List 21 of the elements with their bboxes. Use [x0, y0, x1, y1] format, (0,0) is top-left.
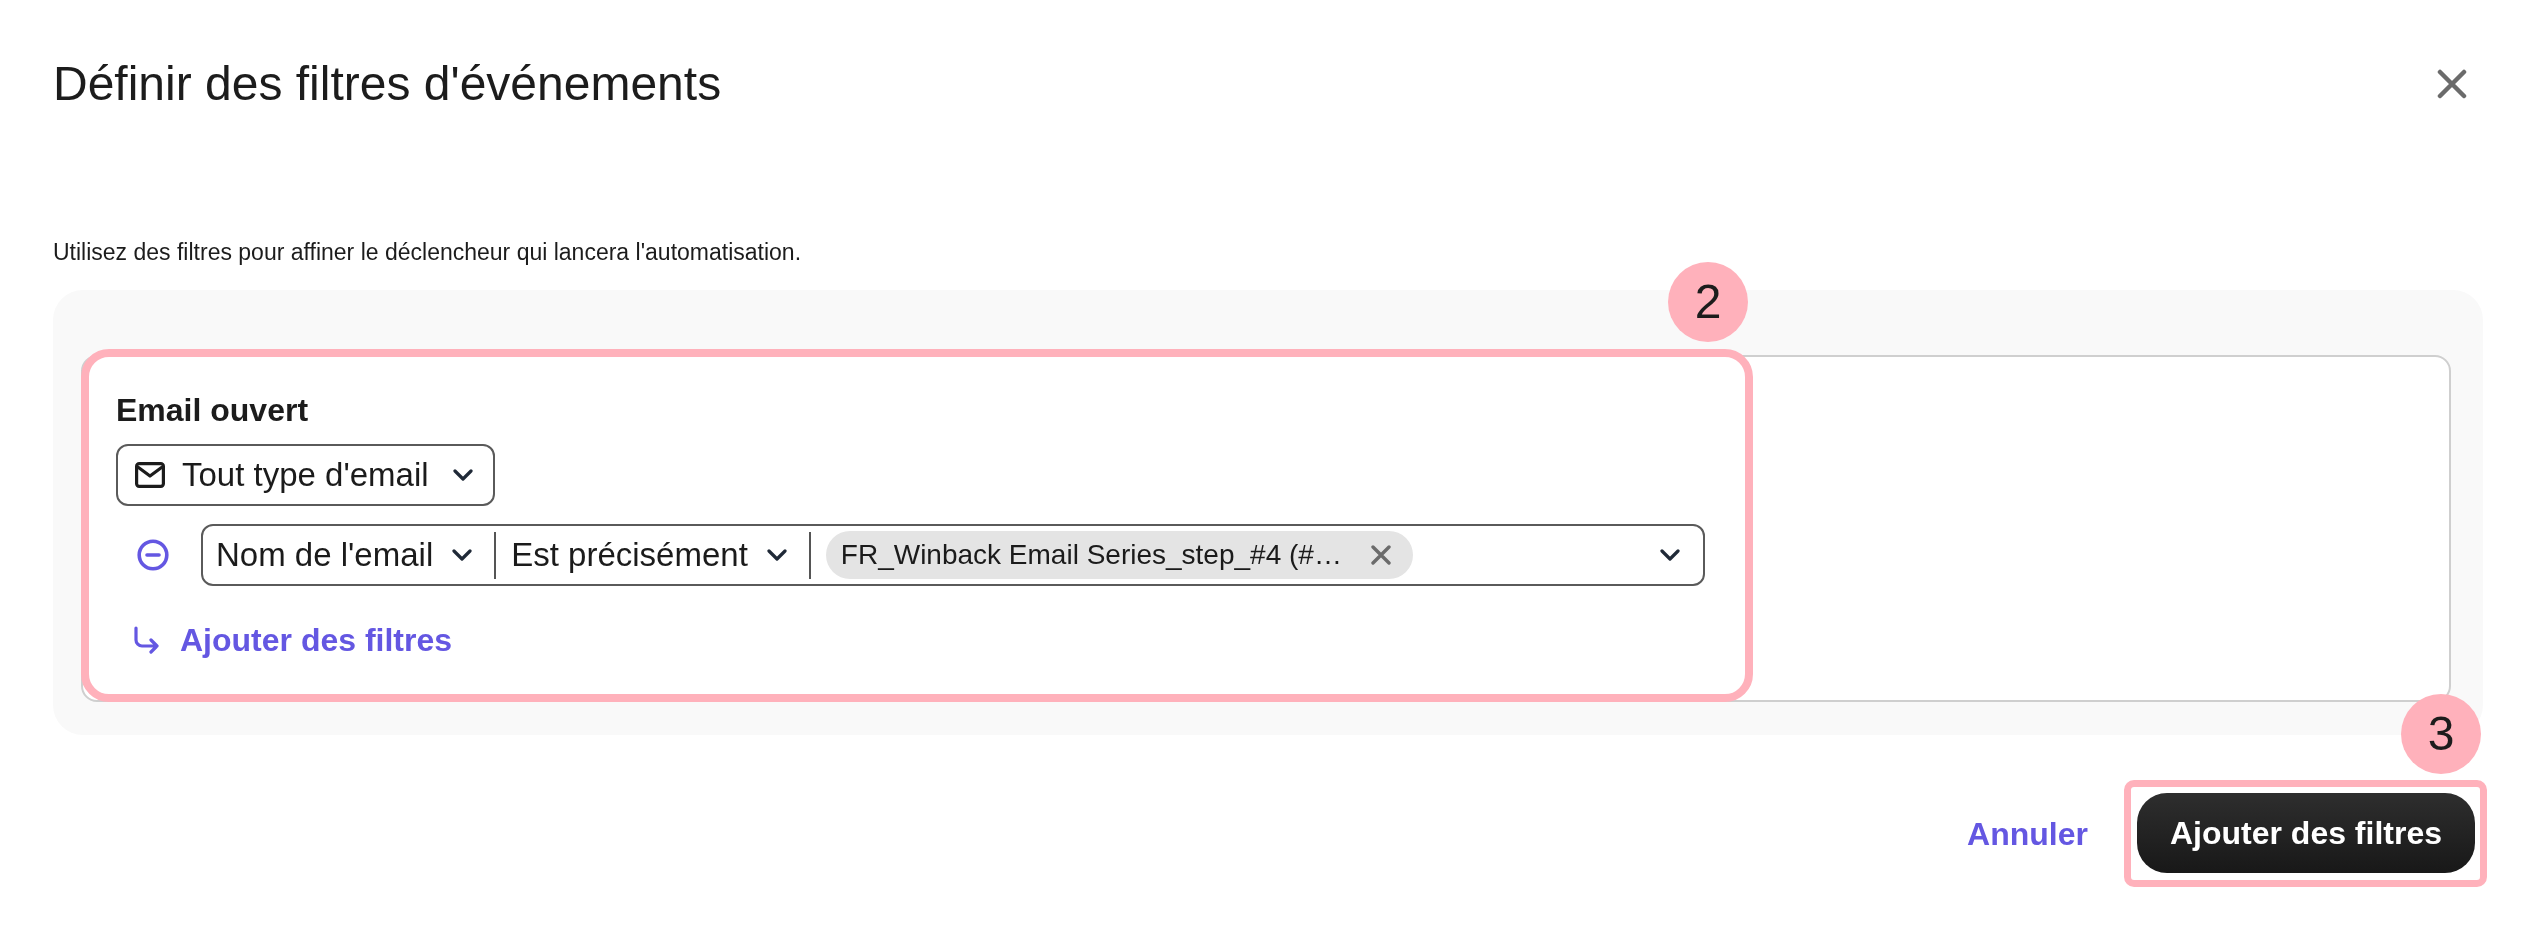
x-icon[interactable] [1370, 545, 1391, 565]
step-badge: 2 [1668, 262, 1748, 342]
operator-dropdown[interactable]: Est précisément [496, 526, 809, 584]
add-filters-button[interactable]: Ajouter des filtres [2136, 793, 2475, 873]
field-dropdown[interactable]: Nom de l'email [203, 526, 495, 584]
corner-arrow-icon [132, 626, 160, 654]
chevron-down-icon [452, 549, 473, 561]
dialog-description: Utilisez des filtres pour affiner le déclencheur qui lancera l'automatisation. [53, 238, 802, 266]
cancel-link[interactable]: Annuler [1967, 814, 2088, 853]
chevron-down-icon [452, 469, 473, 481]
chevron-down-icon [766, 549, 787, 561]
email-type-dropdown[interactable]: Tout type d'email [116, 444, 495, 506]
chevron-down-icon[interactable] [1660, 549, 1680, 561]
filter-group-title: Email ouvert [116, 391, 309, 429]
step-badge: 3 [2401, 694, 2481, 774]
envelope-icon [135, 462, 165, 488]
dialog-title: Définir des filtres d'événements [53, 56, 722, 112]
value-chip[interactable]: FR_Winback Email Series_step_#4 (#… [825, 531, 1413, 579]
minus-circle-icon[interactable] [137, 539, 169, 571]
add-filter-link[interactable]: Ajouter des filtres [116, 621, 453, 659]
close-icon[interactable] [2437, 69, 2467, 99]
